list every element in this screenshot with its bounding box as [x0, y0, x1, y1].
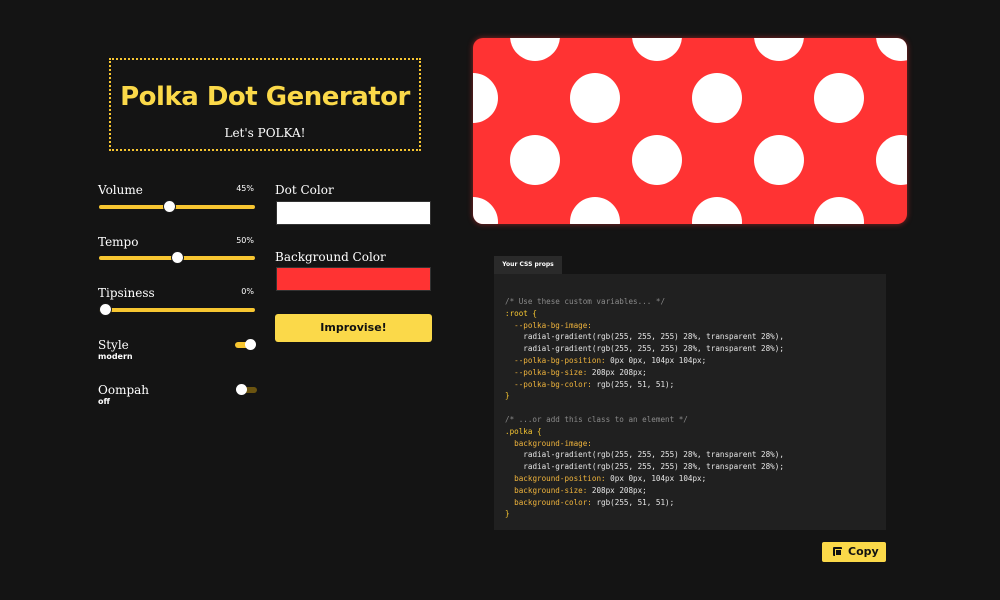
volume-slider-thumb[interactable]: [163, 200, 177, 213]
tab-css-props[interactable]: Your CSS props: [494, 256, 562, 274]
code-value: 208px 208px;: [591, 367, 647, 377]
code-property: background-image:: [514, 438, 592, 448]
code-value: rgb(255, 51, 51);: [596, 497, 675, 507]
copy-button[interactable]: Copy: [822, 542, 886, 562]
polka-dot: [473, 197, 498, 224]
background-color-label: Background Color: [275, 250, 386, 264]
polka-dot: [876, 135, 907, 185]
code-value: rgb(255, 51, 51);: [596, 379, 675, 389]
polka-dot: [692, 73, 742, 123]
tipsiness-slider[interactable]: [99, 308, 255, 312]
polka-dot: [570, 73, 620, 123]
volume-value: 45%: [236, 184, 254, 193]
oompah-value: off: [98, 397, 110, 406]
code-value: radial-gradient(rgb(255, 255, 255) 28%, …: [523, 462, 784, 472]
tempo-slider-thumb[interactable]: [170, 251, 184, 264]
copy-label: Copy: [848, 545, 879, 558]
polka-dot: [754, 135, 804, 185]
code-property: background-position:: [514, 473, 606, 483]
polka-dot: [510, 38, 560, 61]
polka-dot: [510, 135, 560, 185]
polka-dot: [632, 38, 682, 61]
dot-color-label: Dot Color: [275, 183, 334, 197]
polka-dot: [876, 38, 907, 61]
code-value: radial-gradient(rgb(255, 255, 255) 28%, …: [523, 332, 784, 342]
style-toggle-knob[interactable]: [245, 339, 256, 350]
copy-icon: [833, 547, 842, 556]
polka-dot: [473, 73, 498, 123]
code-property: background-color:: [514, 497, 592, 507]
dot-color-input[interactable]: [276, 201, 431, 225]
style-value: modern: [98, 352, 133, 361]
tipsiness-slider-thumb[interactable]: [99, 303, 112, 316]
improvise-button[interactable]: Improvise!: [275, 314, 432, 342]
code-property: --polka-bg-image:: [514, 320, 592, 330]
page-title: Polka Dot Generator: [120, 82, 410, 112]
code-comment: /* Use these custom variables... */: [505, 297, 666, 306]
code-property: --polka-bg-size:: [514, 367, 588, 377]
code-property: --polka-bg-position:: [514, 355, 606, 365]
tempo-label: Tempo: [98, 235, 139, 249]
oompah-label: Oompah: [98, 383, 150, 397]
code-value: 0px 0px, 104px 104px;: [610, 473, 707, 483]
oompah-toggle-knob[interactable]: [236, 384, 247, 395]
polka-dot: [814, 73, 864, 123]
code-property: --polka-bg-color:: [514, 379, 592, 389]
code-comment: /* ...or add this class to an element */: [505, 414, 688, 424]
volume-label: Volume: [98, 183, 143, 197]
polka-preview: [473, 38, 907, 224]
tipsiness-value: 0%: [241, 287, 254, 296]
tempo-value: 50%: [236, 236, 254, 245]
code-value: radial-gradient(rgb(255, 255, 255) 28%, …: [523, 344, 784, 354]
polka-dot: [570, 197, 620, 224]
polka-dot: [632, 135, 682, 185]
code-property: background-size:: [514, 485, 588, 495]
page-subtitle: Let's POLKA!: [224, 126, 306, 140]
css-code-block: /* Use these custom variables... */ :roo…: [494, 274, 886, 530]
code-value: 0px 0px, 104px 104px;: [610, 355, 707, 365]
polka-dot: [814, 197, 864, 224]
code-selector: .polka {: [505, 426, 542, 436]
background-color-input[interactable]: [276, 267, 431, 291]
title-box: Polka Dot Generator Let's POLKA!: [109, 58, 421, 151]
code-value: radial-gradient(rgb(255, 255, 255) 28%, …: [523, 450, 784, 460]
volume-slider[interactable]: [99, 205, 255, 209]
style-label: Style: [98, 338, 129, 352]
code-brace: }: [505, 509, 510, 519]
code-value: 208px 208px;: [591, 485, 647, 495]
tipsiness-label: Tipsiness: [98, 286, 155, 300]
polka-dot: [754, 38, 804, 61]
code-selector: :root {: [505, 308, 538, 318]
code-brace: }: [505, 391, 510, 401]
polka-dot: [692, 197, 742, 224]
